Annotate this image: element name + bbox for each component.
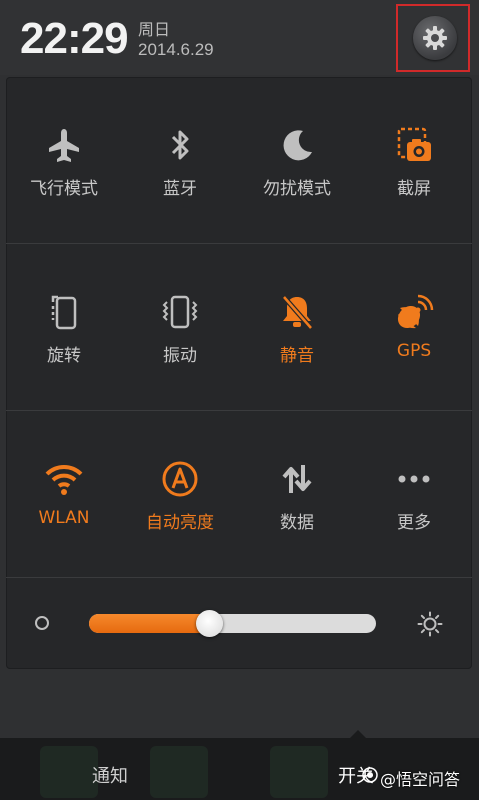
moon-icon (283, 130, 312, 161)
status-header: 22:29 周日 2014.6.29 (0, 0, 479, 75)
tab-notifications[interactable]: 通知 (92, 762, 128, 788)
brightness-high-icon (417, 611, 443, 637)
toggle-label: 飞行模式 (30, 179, 98, 199)
toggle-label: 蓝牙 (163, 179, 197, 199)
brightness-low-icon (35, 616, 49, 630)
vibrate-icon (162, 295, 198, 329)
toggle-row-1: 飞行模式 蓝牙 勿扰模式 截屏 (6, 77, 472, 243)
auto-brightness-icon (162, 461, 198, 497)
background-shortcut-ghost (40, 746, 98, 798)
more-icon (398, 475, 430, 483)
data-transfer-icon (282, 465, 312, 493)
toggle-label: WLAN (38, 508, 90, 528)
date-label: 2014.6.29 (138, 40, 214, 59)
weekday-label: 周日 (138, 20, 171, 39)
toggle-label: 更多 (397, 513, 431, 533)
screenshot-icon (397, 127, 431, 161)
clock-time: 22:29 (20, 14, 129, 63)
toggle-label: 自动亮度 (146, 513, 214, 533)
toggle-label: 振动 (163, 346, 197, 366)
toggle-row-3: WLAN 自动亮度 数据 更多 (6, 411, 472, 577)
rotate-icon (51, 295, 77, 330)
toggle-screenshot[interactable]: 截屏 (356, 77, 472, 243)
wifi-icon (45, 464, 83, 495)
toggle-label: 静音 (280, 346, 314, 366)
background-shortcut-ghost (270, 746, 328, 798)
toggle-label: 旋转 (47, 346, 81, 366)
background-shortcut-ghost (150, 746, 208, 798)
toggle-auto-brightness[interactable]: 自动亮度 (122, 411, 238, 577)
toggle-mute[interactable]: 静音 (239, 244, 355, 410)
brightness-fill (89, 614, 210, 633)
toggle-label: GPS (396, 341, 432, 361)
mute-bell-icon (282, 295, 313, 330)
toggle-rotate[interactable]: 旋转 (6, 244, 122, 410)
bluetooth-icon (171, 130, 189, 160)
gear-icon (423, 26, 447, 50)
gps-icon (397, 294, 434, 329)
toggle-airplane-mode[interactable]: 飞行模式 (6, 77, 122, 243)
toggle-more[interactable]: 更多 (356, 411, 472, 577)
watermark-logo-icon (362, 767, 378, 783)
toggle-vibrate[interactable]: 振动 (122, 244, 238, 410)
toggle-bluetooth[interactable]: 蓝牙 (122, 77, 238, 243)
toggle-wlan[interactable]: WLAN (6, 411, 122, 577)
toggle-mobile-data[interactable]: 数据 (239, 411, 355, 577)
toggle-label: 数据 (280, 513, 314, 533)
watermark-text: @悟空问答 (380, 770, 461, 789)
settings-button[interactable] (413, 16, 457, 60)
toggle-label: 勿扰模式 (263, 179, 331, 199)
airplane-icon (49, 129, 79, 162)
toggle-label: 截屏 (397, 179, 431, 199)
quick-settings-panel: 飞行模式 蓝牙 勿扰模式 截屏 旋转 振动 静音 GPS WLAN 自动亮度 数… (6, 77, 472, 669)
toggle-row-2: 旋转 振动 静音 GPS (6, 244, 472, 410)
toggle-gps[interactable]: GPS (356, 244, 472, 410)
brightness-thumb[interactable] (196, 610, 223, 637)
toggle-do-not-disturb[interactable]: 勿扰模式 (239, 77, 355, 243)
brightness-slider-row (6, 577, 472, 669)
